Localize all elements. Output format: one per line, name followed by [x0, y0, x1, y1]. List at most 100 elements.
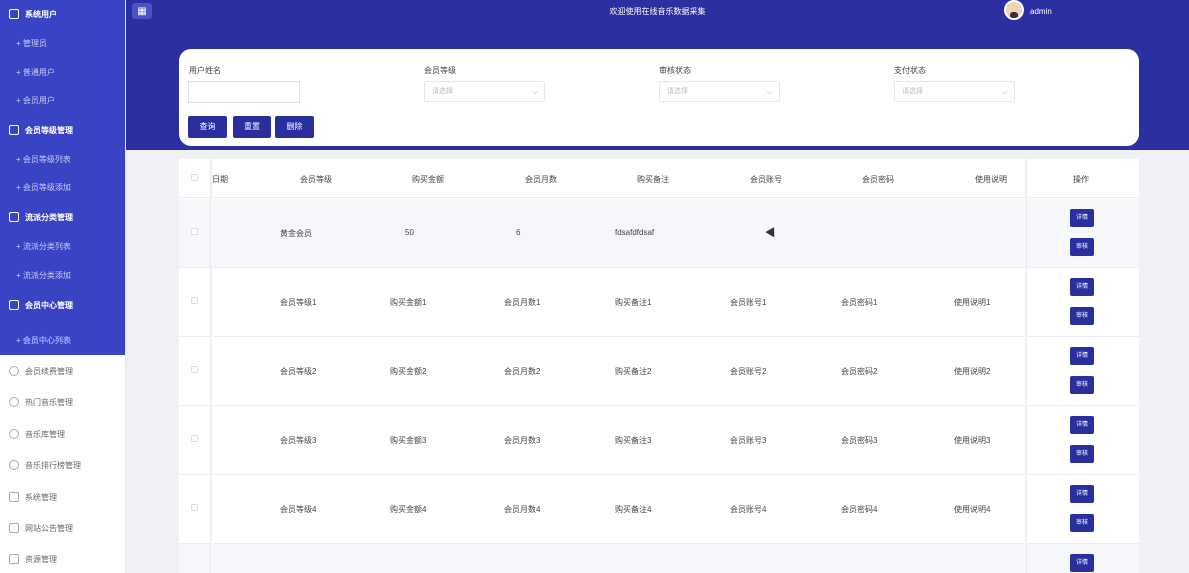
sidebar-item-label: 音乐排行榜管理 — [25, 460, 81, 470]
sidebar-item-label: + 管理员 — [16, 38, 47, 48]
detail-button[interactable]: 详情 — [1070, 278, 1094, 296]
table-cell: 购买备注2 — [615, 367, 652, 376]
sidebar-item-label: + 会员用户 — [16, 95, 55, 105]
table-cell: 会员月数1 — [504, 298, 541, 307]
menu-icon — [9, 212, 19, 222]
sidebar-item-label: 资源管理 — [25, 554, 57, 564]
audit-button[interactable]: 审核 — [1070, 238, 1094, 256]
pay-label: 支付状态 — [894, 66, 926, 75]
table-cell: 购买备注1 — [615, 298, 652, 307]
chevron-down-icon: ⌵ — [1001, 87, 1008, 96]
row-checkbox[interactable] — [191, 435, 198, 442]
audit-button[interactable]: 审核 — [1070, 445, 1094, 463]
sidebar-item-10[interactable]: 会员中心管理 — [0, 293, 125, 317]
col-level: 会员等级 — [300, 175, 332, 184]
table-cell: 6 — [516, 228, 521, 237]
avatar[interactable] — [1004, 0, 1024, 20]
delete-button[interactable]: 删除 — [275, 116, 314, 138]
chevron-down-icon: ⌵ — [531, 87, 538, 96]
sidebar-item-9[interactable]: + 流派分类添加 — [0, 263, 125, 287]
row-checkbox[interactable] — [191, 228, 198, 235]
table-row[interactable]: 会员等级3 购买金额3 会员月数3 购买备注3 会员账号3 会员密码3 使用说明3 详情 审核 — [179, 406, 1139, 475]
sidebar-item-label: + 流派分类添加 — [16, 270, 71, 280]
sidebar-item-1[interactable]: + 管理员 — [0, 31, 125, 55]
sidebar-item-label: 音乐库管理 — [25, 429, 65, 439]
username-label: 用户姓名 — [189, 66, 221, 75]
table-cell: 会员等级1 — [280, 298, 317, 307]
audit-select[interactable]: 请选择 ⌵ — [659, 81, 780, 102]
sidebar-item-5[interactable]: + 会员等级列表 — [0, 147, 125, 171]
select-all-checkbox[interactable] — [191, 174, 198, 181]
sidebar-item-8[interactable]: + 流派分类列表 — [0, 234, 125, 258]
sidebar-item-2[interactable]: + 普通用户 — [0, 60, 125, 84]
table-cell: 使用说明4 — [954, 505, 991, 514]
username-input[interactable] — [188, 81, 300, 103]
detail-button[interactable]: 详情 — [1070, 485, 1094, 503]
menu-icon — [9, 523, 19, 533]
sidebar-item-11[interactable]: + 会员中心列表 — [0, 328, 125, 352]
sidebar-item-3[interactable]: + 会员用户 — [0, 88, 125, 112]
table-cell: 使用说明3 — [954, 436, 991, 445]
table-cell: 黄金会员 — [280, 229, 312, 238]
query-button[interactable]: 查询 — [188, 116, 227, 138]
table-row[interactable]: 详情 — [179, 544, 1139, 573]
table-cell: 购买备注4 — [615, 505, 652, 514]
level-select[interactable]: 请选择 ⌵ — [424, 81, 545, 102]
data-table: 日期 会员等级 购买金额 会员月数 购买备注 会员账号 会员密码 使用说明 操作… — [179, 159, 1139, 573]
table-cell: 会员密码1 — [841, 298, 878, 307]
audit-button[interactable]: 审核 — [1070, 376, 1094, 394]
table-cell: 会员等级3 — [280, 436, 317, 445]
fixed-column-shadow — [1024, 159, 1027, 573]
table-cell: 购买金额2 — [390, 367, 427, 376]
sidebar-item-label: 流派分类管理 — [25, 212, 73, 222]
pay-select[interactable]: 请选择 ⌵ — [894, 81, 1015, 102]
level-placeholder: 请选择 — [432, 88, 453, 95]
col-account: 会员账号 — [750, 175, 782, 184]
detail-button[interactable]: 详情 — [1070, 416, 1094, 434]
table-cell: fdsafdfdsaf — [615, 228, 655, 237]
table-cell: 会员账号2 — [730, 367, 767, 376]
sidebar-item-12[interactable]: 会员续费管理 — [0, 359, 125, 383]
sidebar-item-7[interactable]: 流派分类管理 — [0, 205, 125, 229]
row-checkbox[interactable] — [191, 504, 198, 511]
sidebar-item-label: 系统管理 — [25, 492, 57, 502]
table-header: 日期 会员等级 购买金额 会员月数 购买备注 会员账号 会员密码 使用说明 操作 — [179, 159, 1139, 198]
detail-button[interactable]: 详情 — [1070, 209, 1094, 227]
table-cell: 会员密码3 — [841, 436, 878, 445]
col-password: 会员密码 — [862, 175, 894, 184]
table-cell: 会员等级4 — [280, 505, 317, 514]
sidebar-item-18[interactable]: 资源管理 — [0, 547, 125, 571]
level-label: 会员等级 — [424, 66, 456, 75]
row-checkbox[interactable] — [191, 366, 198, 373]
sidebar-item-14[interactable]: 音乐库管理 — [0, 422, 125, 446]
col-amount: 购买金额 — [412, 175, 444, 184]
reset-button[interactable]: 重置 — [233, 116, 271, 138]
table-cell: 使用说明2 — [954, 367, 991, 376]
row-checkbox[interactable] — [191, 297, 198, 304]
sidebar-item-16[interactable]: 系统管理 — [0, 485, 125, 509]
table-cell: 购买金额4 — [390, 505, 427, 514]
sidebar-item-0[interactable]: 系统用户 — [0, 2, 125, 26]
sidebar-item-17[interactable]: 网站公告管理 — [0, 516, 125, 540]
sidebar-item-15[interactable]: 音乐排行榜管理 — [0, 453, 125, 477]
sidebar-item-label: + 会员等级列表 — [16, 154, 71, 164]
col-instructions: 使用说明 — [975, 175, 1007, 184]
sidebar-item-label: 会员续费管理 — [25, 366, 73, 376]
sidebar-item-label: + 会员中心列表 — [16, 335, 71, 345]
detail-button[interactable]: 详情 — [1070, 554, 1094, 572]
menu-icon — [9, 554, 19, 564]
sidebar-item-4[interactable]: 会员等级管理 — [0, 118, 125, 142]
table-row[interactable]: 黄金会员 50 6 fdsafdfdsaf 详情 审核 — [179, 199, 1139, 268]
sidebar-item-6[interactable]: + 会员等级添加 — [0, 175, 125, 199]
menu-icon — [9, 366, 19, 376]
detail-button[interactable]: 详情 — [1070, 347, 1094, 365]
table-row[interactable]: 会员等级4 购买金额4 会员月数4 购买备注4 会员账号4 会员密码4 使用说明4 详情 审核 — [179, 475, 1139, 544]
audit-button[interactable]: 审核 — [1070, 514, 1094, 532]
table-cell: 会员等级2 — [280, 367, 317, 376]
sidebar-item-13[interactable]: 热门音乐管理 — [0, 390, 125, 414]
table-row[interactable]: 会员等级2 购买金额2 会员月数2 购买备注2 会员账号2 会员密码2 使用说明2 详情 审核 — [179, 337, 1139, 406]
audit-button[interactable]: 审核 — [1070, 307, 1094, 325]
menu-icon — [9, 9, 19, 19]
user-name[interactable]: admin — [1030, 7, 1052, 16]
table-row[interactable]: 会员等级1 购买金额1 会员月数1 购买备注1 会员账号1 会员密码1 使用说明1 详情 审核 — [179, 268, 1139, 337]
